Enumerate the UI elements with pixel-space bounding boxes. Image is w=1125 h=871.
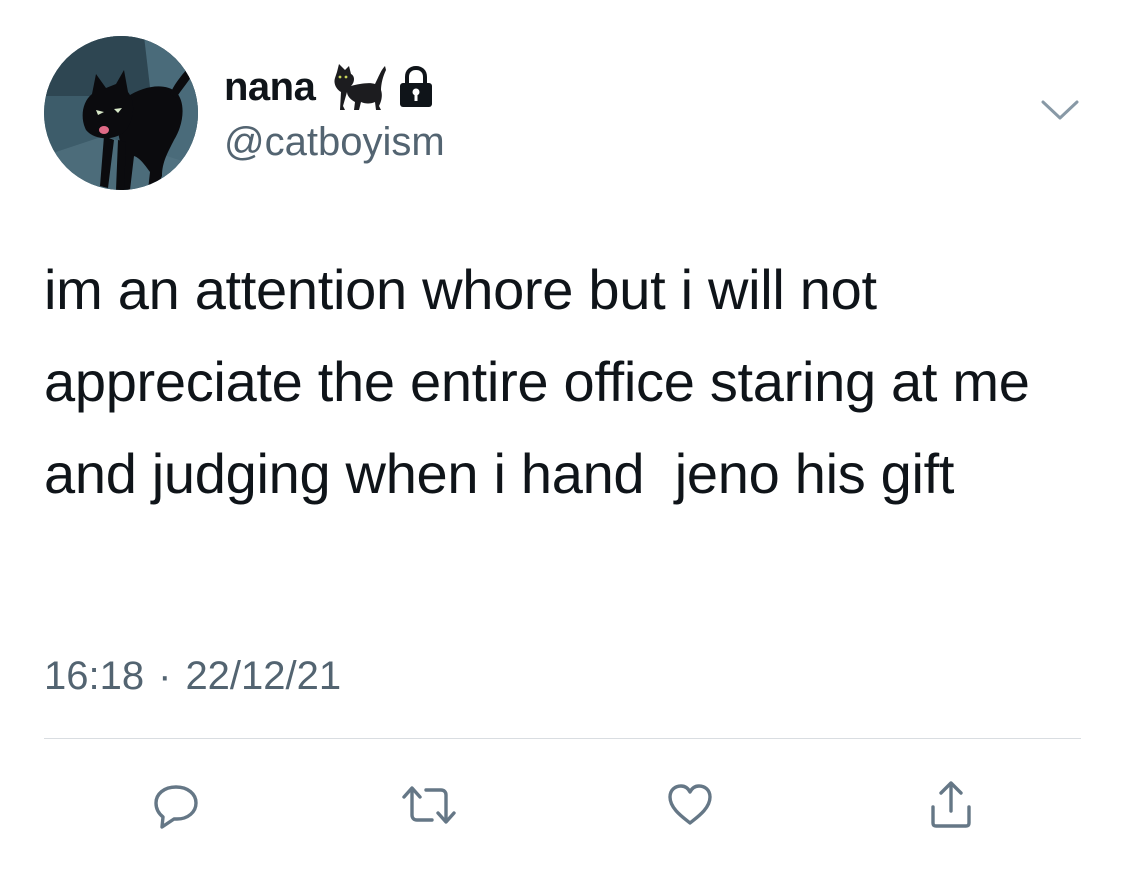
heart-icon xyxy=(668,784,712,825)
chevron-down-icon[interactable] xyxy=(1039,96,1081,124)
like-button[interactable] xyxy=(655,770,725,840)
divider xyxy=(44,738,1081,739)
tweet-text: im an attention whore but i will not app… xyxy=(44,258,1045,505)
share-button[interactable] xyxy=(916,770,986,840)
tweet-date: 22/12/21 xyxy=(185,654,342,698)
retweet-icon xyxy=(402,786,456,824)
tweet-card: nana @catboyism im an attention whore bu… xyxy=(0,0,1125,871)
reply-icon xyxy=(154,785,198,829)
meta-separator: · xyxy=(158,654,172,698)
retweet-button[interactable] xyxy=(394,770,464,840)
black-cat-avatar-image xyxy=(44,36,198,190)
reply-button[interactable] xyxy=(141,770,211,840)
lock-icon xyxy=(397,65,435,109)
share-icon xyxy=(931,781,971,828)
display-name[interactable]: nana xyxy=(224,62,316,112)
avatar[interactable] xyxy=(44,36,198,190)
tweet-time: 16:18 xyxy=(44,654,145,698)
cat-emoji-icon xyxy=(329,62,387,112)
name-row: nana xyxy=(224,62,445,112)
action-bar xyxy=(0,770,1125,840)
user-header: nana @catboyism xyxy=(224,62,445,166)
user-handle[interactable]: @catboyism xyxy=(224,118,445,166)
tweet-timestamp[interactable]: 16:18 · 22/12/21 xyxy=(44,652,341,700)
